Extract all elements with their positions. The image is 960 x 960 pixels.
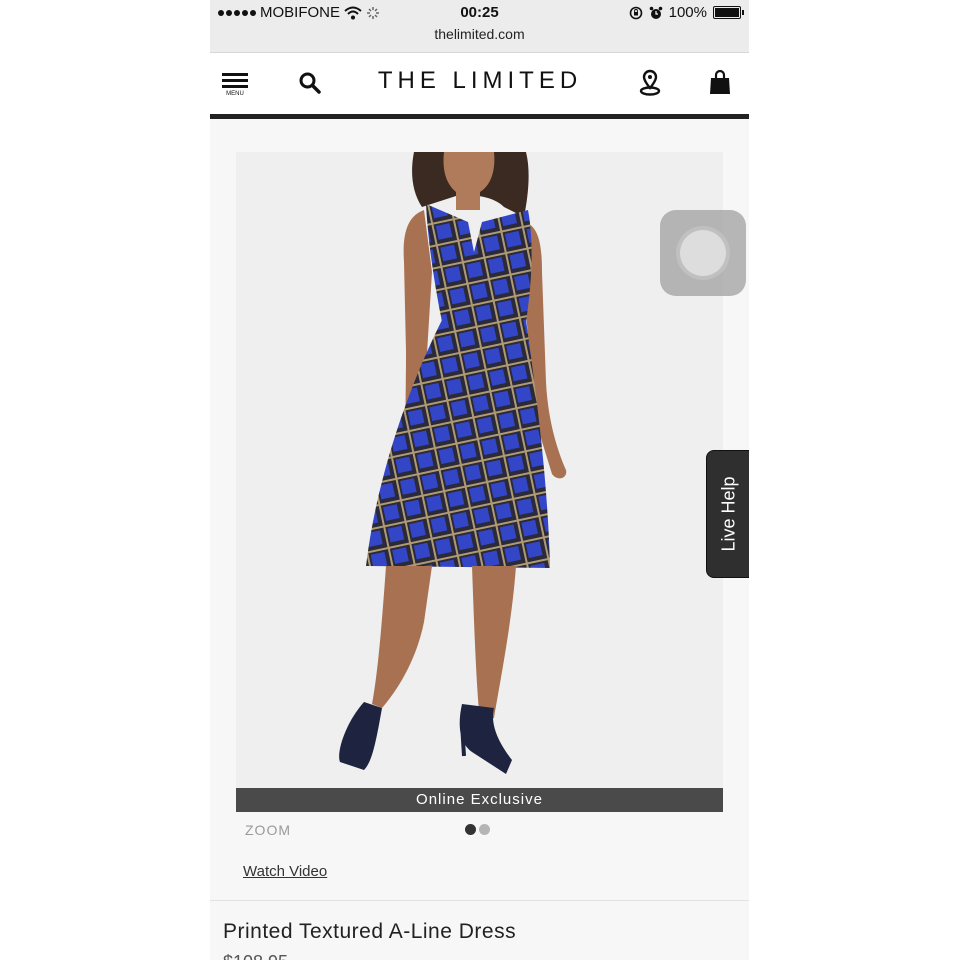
search-button[interactable] xyxy=(298,71,324,97)
product-image[interactable] xyxy=(236,152,723,788)
online-exclusive-badge: Online Exclusive xyxy=(236,788,723,812)
status-indicators: 100% xyxy=(629,4,744,21)
pager-dot[interactable] xyxy=(479,824,490,835)
store-locator-button[interactable] xyxy=(638,69,662,97)
battery-percent: 100% xyxy=(668,4,707,21)
product-title: Printed Textured A-Line Dress xyxy=(223,920,517,943)
pager-dot-active[interactable] xyxy=(465,824,476,835)
model-in-dress-image xyxy=(339,152,567,774)
live-help-tab[interactable]: Live Help xyxy=(706,450,749,578)
phone-screen: MOBIFONE 00:25 thelimited.com 100% MENU … xyxy=(210,0,749,960)
hamburger-icon-bar xyxy=(222,85,248,88)
shopping-bag-button[interactable] xyxy=(708,69,732,97)
menu-button[interactable]: MENU xyxy=(222,73,250,103)
live-help-label: Live Help xyxy=(718,476,738,552)
rotation-lock-icon xyxy=(629,6,642,19)
brand-logo[interactable]: THE LIMITED xyxy=(360,67,600,95)
assistive-touch-icon xyxy=(680,230,726,276)
image-pager[interactable] xyxy=(465,824,490,835)
hamburger-icon xyxy=(222,73,248,76)
watch-video-link[interactable]: Watch Video xyxy=(243,863,327,880)
site-header: MENU THE LIMITED xyxy=(210,53,749,114)
status-bar: MOBIFONE 00:25 thelimited.com 100% xyxy=(210,0,749,53)
shopping-bag-icon xyxy=(710,69,730,94)
alarm-icon xyxy=(649,6,662,19)
assistive-touch-button[interactable] xyxy=(660,210,746,296)
search-icon xyxy=(299,72,321,94)
battery-icon xyxy=(713,6,744,19)
location-pin-icon xyxy=(639,69,661,96)
hamburger-icon-bar xyxy=(222,79,248,82)
address-url[interactable]: thelimited.com xyxy=(210,26,749,42)
menu-label: MENU xyxy=(226,91,244,97)
header-divider xyxy=(210,114,749,119)
section-divider xyxy=(210,900,749,901)
product-price: $108.95 xyxy=(223,952,288,960)
zoom-button[interactable]: ZOOM xyxy=(245,822,291,838)
